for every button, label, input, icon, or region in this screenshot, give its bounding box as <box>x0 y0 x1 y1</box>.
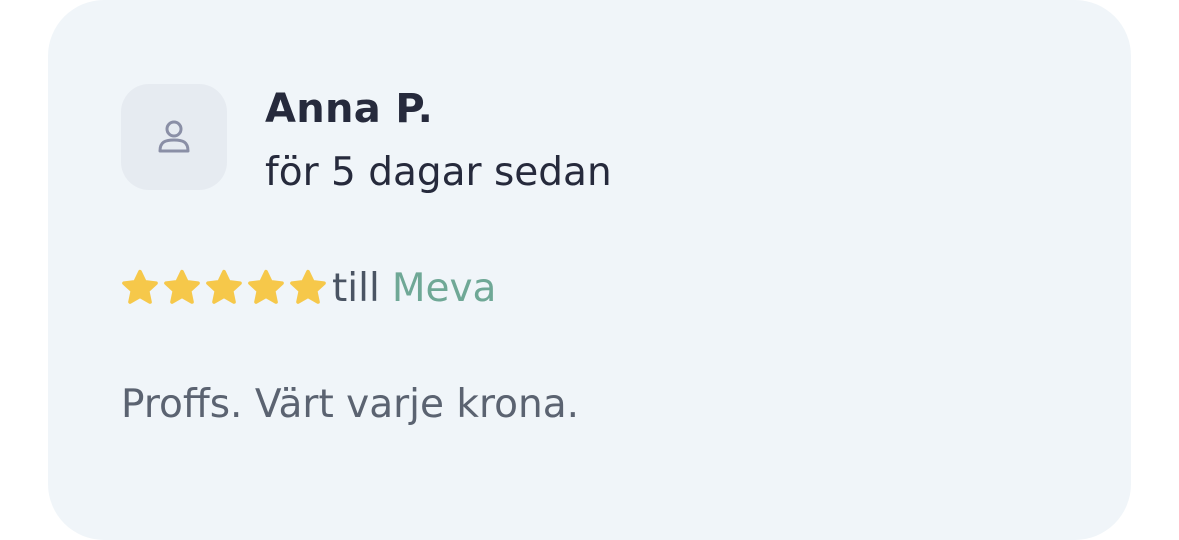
reviewer-name: Anna P. <box>265 86 434 132</box>
star-icon <box>248 269 284 304</box>
user-icon <box>158 120 190 153</box>
star-icon <box>164 269 200 304</box>
review-timestamp: för 5 dagar sedan <box>265 150 612 195</box>
company-link[interactable]: Meva <box>392 266 497 311</box>
star-icon <box>206 269 242 304</box>
star-icon <box>122 269 158 304</box>
rating-row: till Meva <box>120 264 496 312</box>
star-icon <box>290 269 326 304</box>
avatar <box>121 84 227 190</box>
review-text: Proffs. Värt varje krona. <box>121 382 580 427</box>
star-rating <box>120 268 330 308</box>
rating-to-label: till <box>332 265 380 311</box>
